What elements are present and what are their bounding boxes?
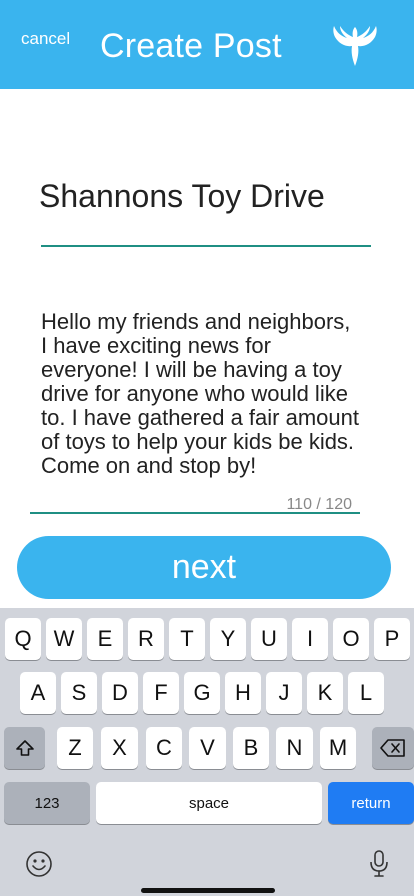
backspace-icon [380,739,405,757]
winged-bird-logo-icon [333,26,377,66]
key-v[interactable]: V [189,727,226,769]
character-counter: 110 / 120 [286,496,352,513]
key-c[interactable]: C [146,727,182,769]
home-indicator [141,888,275,893]
key-k[interactable]: K [307,672,343,714]
key-w[interactable]: W [46,618,82,660]
key-t[interactable]: T [169,618,205,660]
return-key[interactable]: return [328,782,414,824]
key-d[interactable]: D [102,672,138,714]
key-r[interactable]: R [128,618,164,660]
page-title: Create Post [100,27,282,65]
key-n[interactable]: N [276,727,313,769]
key-z[interactable]: Z [57,727,93,769]
key-m[interactable]: M [320,727,356,769]
key-u[interactable]: U [251,618,287,660]
shift-key[interactable] [4,727,45,769]
header-bar: cancel Create Post [0,0,414,89]
post-title-field[interactable] [39,170,371,247]
key-e[interactable]: E [87,618,123,660]
key-j[interactable]: J [266,672,302,714]
key-p[interactable]: P [374,618,410,660]
key-s[interactable]: S [61,672,97,714]
post-title-input[interactable] [39,173,371,219]
next-button[interactable]: next [17,536,391,599]
on-screen-keyboard: Q W E R T Y U I O P A S D F G H J K L Z … [0,608,414,896]
key-h[interactable]: H [225,672,261,714]
key-q[interactable]: Q [5,618,41,660]
key-g[interactable]: G [184,672,220,714]
key-x[interactable]: X [101,727,138,769]
space-key[interactable]: space [96,782,322,824]
numbers-key[interactable]: 123 [4,782,90,824]
key-a[interactable]: A [20,672,56,714]
key-o[interactable]: O [333,618,369,660]
delete-key[interactable] [372,727,414,769]
post-body-textarea[interactable]: Hello my friends and neighbors, I have e… [41,310,361,500]
post-body-field[interactable]: Hello my friends and neighbors, I have e… [30,308,360,514]
key-b[interactable]: B [233,727,269,769]
cancel-button[interactable]: cancel [21,29,70,49]
key-f[interactable]: F [143,672,179,714]
key-y[interactable]: Y [210,618,246,660]
microphone-icon[interactable] [369,849,389,879]
emoji-icon[interactable] [25,850,53,878]
key-l[interactable]: L [348,672,384,714]
key-i[interactable]: I [292,618,328,660]
shift-icon [15,740,34,756]
